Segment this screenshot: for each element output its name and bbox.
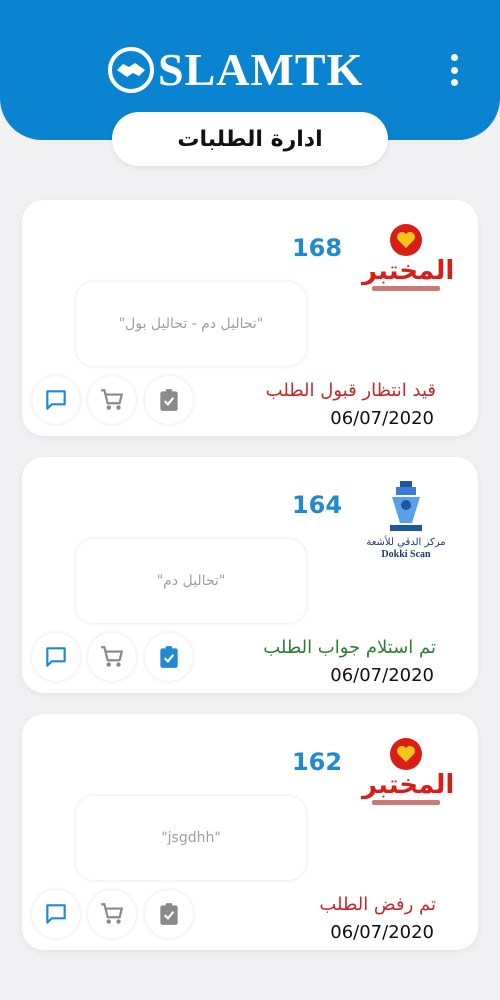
order-card[interactable]: مركز الدقي للأشعة Dokki Scan 164 "تحاليل… bbox=[22, 457, 478, 693]
order-id: 162 bbox=[291, 748, 343, 776]
chat-icon bbox=[46, 904, 66, 924]
cart-icon bbox=[101, 903, 124, 924]
order-note: "تحاليل دم - تحاليل بول" bbox=[76, 282, 306, 366]
heart-icon bbox=[390, 224, 422, 256]
more-menu-button[interactable] bbox=[440, 50, 468, 90]
cart-icon bbox=[101, 389, 124, 410]
clipboard-check-icon bbox=[160, 389, 178, 411]
order-id: 164 bbox=[291, 491, 343, 519]
provider-logo: المختبر bbox=[362, 736, 454, 818]
page-title: ادارة الطلبات bbox=[112, 112, 388, 166]
order-note: "jsgdhh" bbox=[76, 796, 306, 880]
clipboard-check-button[interactable] bbox=[145, 890, 193, 938]
brand-name: SLAMTK bbox=[158, 44, 364, 95]
clipboard-check-icon bbox=[160, 903, 178, 925]
order-date: 06/07/2020 bbox=[330, 922, 434, 943]
order-date: 06/07/2020 bbox=[330, 408, 434, 429]
cart-icon bbox=[101, 646, 124, 667]
order-status: تم رفض الطلب bbox=[319, 894, 436, 915]
chat-button[interactable] bbox=[32, 376, 80, 424]
brand-logo: SLAMTK bbox=[108, 44, 363, 96]
more-vertical-icon bbox=[450, 54, 458, 61]
order-id: 168 bbox=[291, 234, 343, 262]
chat-button[interactable] bbox=[32, 633, 80, 681]
dokki-scan-icon bbox=[390, 481, 422, 531]
heart-icon bbox=[390, 738, 422, 770]
order-status: قيد انتظار قبول الطلب bbox=[265, 380, 436, 401]
chat-icon bbox=[46, 390, 66, 410]
provider-logo: المختبر bbox=[362, 222, 454, 304]
order-card[interactable]: المختبر 168 "تحاليل دم - تحاليل بول" قيد… bbox=[22, 200, 478, 436]
clipboard-check-icon bbox=[160, 646, 178, 668]
order-date: 06/07/2020 bbox=[330, 665, 434, 686]
cart-button[interactable] bbox=[88, 376, 136, 424]
chat-button[interactable] bbox=[32, 890, 80, 938]
order-card[interactable]: المختبر 162 "jsgdhh" تم رفض الطلب 06/07/… bbox=[22, 714, 478, 950]
handshake-icon bbox=[108, 47, 154, 93]
clipboard-check-button[interactable] bbox=[145, 376, 193, 424]
chat-icon bbox=[46, 647, 66, 667]
clipboard-check-button[interactable] bbox=[145, 633, 193, 681]
provider-logo: مركز الدقي للأشعة Dokki Scan bbox=[362, 479, 450, 561]
cart-button[interactable] bbox=[88, 890, 136, 938]
order-note: "تحاليل دم" bbox=[76, 539, 306, 623]
cart-button[interactable] bbox=[88, 633, 136, 681]
order-status: تم استلام جواب الطلب bbox=[263, 637, 436, 658]
